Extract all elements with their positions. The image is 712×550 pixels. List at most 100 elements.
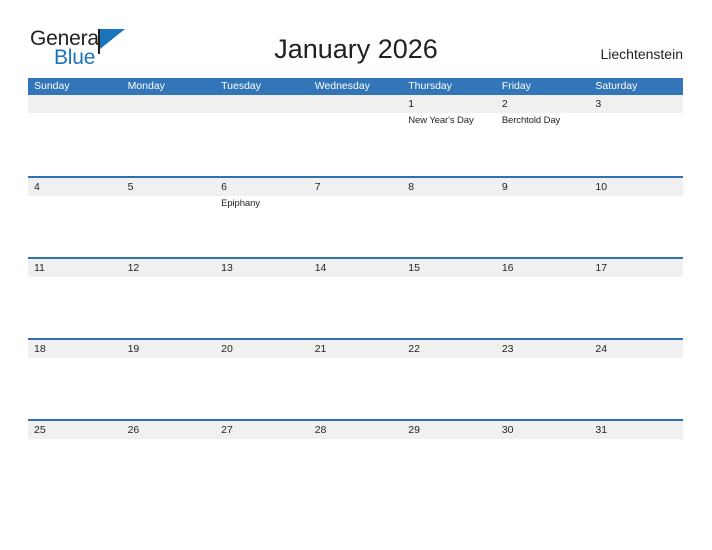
day-cell[interactable]: 18: [28, 340, 122, 419]
day-cell-empty: [215, 95, 309, 174]
week-days: 18 19 20 21 22 23 24: [28, 340, 683, 419]
day-cell[interactable]: 16: [496, 259, 590, 338]
day-cell[interactable]: 26: [122, 421, 216, 500]
holiday-label: New Year's Day: [408, 115, 474, 126]
day-number: [34, 95, 122, 113]
day-cell[interactable]: 28: [309, 421, 403, 500]
calendar-week-row: 25 26 27 28 29 30 31: [28, 419, 683, 500]
day-number: 3: [595, 98, 602, 110]
day-number: 10: [595, 181, 608, 193]
day-cell[interactable]: 7: [309, 178, 403, 257]
day-events: [221, 358, 309, 360]
day-events: [221, 113, 309, 115]
day-events: [502, 277, 590, 279]
day-events: [34, 277, 122, 279]
day-number: 5: [127, 181, 134, 193]
day-cell[interactable]: 15: [402, 259, 496, 338]
day-cell[interactable]: 23: [496, 340, 590, 419]
day-events: [34, 358, 122, 360]
day-events: [595, 277, 683, 279]
day-number: 9: [501, 181, 508, 193]
day-number: 11: [34, 262, 45, 274]
day-cell-empty: [122, 95, 216, 174]
day-cell[interactable]: 13: [215, 259, 309, 338]
day-cell[interactable]: 19: [122, 340, 216, 419]
day-number: 19: [127, 343, 140, 355]
day-number: 17: [595, 262, 608, 274]
calendar-weeks: 1 New Year's Day 2 Berchtold Day 3 4 5 6 Epiphan…: [28, 95, 683, 500]
day-events: [315, 439, 403, 441]
day-events: [408, 277, 496, 279]
country-label: Liechtenstein: [600, 46, 683, 62]
day-events: [502, 196, 590, 198]
day-cell[interactable]: 17: [589, 259, 683, 338]
day-cell[interactable]: 12: [122, 259, 216, 338]
day-cell[interactable]: 8: [402, 178, 496, 257]
day-number: 8: [408, 181, 415, 193]
day-events: [221, 277, 309, 279]
day-cell[interactable]: 9: [496, 178, 590, 257]
day-cell[interactable]: 5: [122, 178, 216, 257]
day-cell[interactable]: 25: [28, 421, 122, 500]
day-events: [595, 439, 683, 441]
weekday-header-friday: Friday: [501, 80, 531, 92]
day-cell-empty: [28, 95, 122, 174]
day-number: [221, 95, 309, 113]
day-cell[interactable]: 10: [589, 178, 683, 257]
calendar-grid: Sunday Monday Tuesday Wednesday Thursday…: [28, 78, 683, 500]
day-number: 27: [221, 424, 233, 436]
day-events: [595, 113, 683, 115]
day-events: [34, 196, 122, 198]
day-cell[interactable]: 24: [589, 340, 683, 419]
day-cell[interactable]: 27: [215, 421, 309, 500]
day-number: 23: [501, 343, 514, 355]
day-number: 28: [314, 424, 327, 436]
day-number: 24: [595, 343, 608, 355]
day-cell[interactable]: 14: [309, 259, 403, 338]
week-days: 4 5 6 Epiphany 7 8 9 10: [28, 178, 683, 257]
day-events: [34, 113, 122, 115]
day-cell[interactable]: 3: [589, 95, 683, 174]
day-events: [128, 277, 216, 279]
day-cell[interactable]: 21: [309, 340, 403, 419]
day-cell[interactable]: 4: [28, 178, 122, 257]
day-number: 4: [34, 181, 40, 193]
day-events: [595, 196, 683, 198]
week-days: 1 New Year's Day 2 Berchtold Day 3: [28, 95, 683, 174]
holiday-label: Berchtold Day: [501, 115, 561, 126]
week-days: 11 12 13 14 15 16 17: [28, 259, 683, 338]
calendar-week-row: 18 19 20 21 22 23 24: [28, 338, 683, 419]
weekday-header-row: Sunday Monday Tuesday Wednesday Thursday…: [28, 78, 683, 95]
day-cell[interactable]: 30: [496, 421, 590, 500]
day-number: 6: [221, 181, 227, 193]
day-cell[interactable]: 2 Berchtold Day: [496, 95, 590, 174]
day-cell[interactable]: 6 Epiphany: [215, 178, 309, 257]
day-cell[interactable]: 31: [589, 421, 683, 500]
day-cell[interactable]: 22: [402, 340, 496, 419]
week-days: 25 26 27 28 29 30 31: [28, 421, 683, 500]
day-number: 7: [314, 181, 321, 193]
day-events: [128, 358, 216, 360]
day-number: 29: [408, 424, 420, 436]
day-events: [408, 439, 496, 441]
weekday-header-saturday: Saturday: [595, 80, 638, 92]
day-events: [315, 196, 403, 198]
weekday-header-monday: Monday: [127, 80, 165, 92]
day-cell[interactable]: 1 New Year's Day: [402, 95, 496, 174]
day-number: 21: [314, 343, 327, 355]
day-cell-empty: [309, 95, 403, 174]
day-cell[interactable]: 11: [28, 259, 122, 338]
day-number: [128, 95, 216, 113]
day-events: [34, 439, 122, 441]
day-events: [128, 439, 216, 441]
day-events: [315, 113, 403, 115]
calendar-week-row: 11 12 13 14 15 16 17: [28, 257, 683, 338]
day-number: 31: [595, 424, 608, 436]
day-events: [502, 358, 590, 360]
day-cell[interactable]: 29: [402, 421, 496, 500]
day-number: 1: [408, 98, 415, 110]
day-events: Epiphany: [221, 196, 309, 210]
day-cell[interactable]: 20: [215, 340, 309, 419]
day-number: 15: [408, 262, 420, 274]
day-events: [502, 439, 590, 441]
